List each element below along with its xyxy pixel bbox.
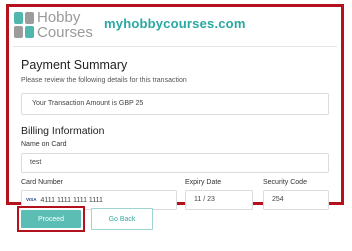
hobby-courses-logo: Hobby Courses [13, 10, 93, 44]
name-on-card-input[interactable]: test [21, 153, 329, 173]
proceed-button-highlight: Proceed [17, 206, 85, 232]
transaction-amount-box: Your Transaction Amount is GBP 25 [21, 93, 329, 115]
visa-card-icon: VISA [26, 197, 37, 202]
logo-text: Hobby Courses [37, 10, 93, 40]
logo-line-1: Hobby [37, 9, 81, 26]
payment-form-panel: Hobby Courses myhobbycourses.com Payment… [6, 4, 344, 210]
security-code-input[interactable]: 254 [263, 190, 329, 210]
expiry-date-label: Expiry Date [185, 179, 222, 186]
go-back-button[interactable]: Go Back [91, 208, 153, 230]
expiry-date-input[interactable]: 11 / 23 [185, 190, 253, 210]
logo-line-2: Courses [37, 24, 93, 41]
header-divider [13, 46, 337, 47]
payment-summary-subtitle: Please review the following details for … [21, 77, 187, 84]
billing-information-heading: Billing Information [21, 125, 105, 137]
site-name: myhobbycourses.com [104, 16, 246, 31]
payment-summary-heading: Payment Summary [21, 58, 128, 72]
proceed-button[interactable]: Proceed [21, 210, 81, 228]
security-code-label: Security Code [263, 179, 307, 186]
card-number-label: Card Number [21, 179, 64, 186]
logo-mark-icon [14, 12, 34, 38]
card-number-value: 4111 1111 1111 1111 [40, 196, 103, 204]
name-on-card-label: Name on Card [21, 141, 67, 148]
